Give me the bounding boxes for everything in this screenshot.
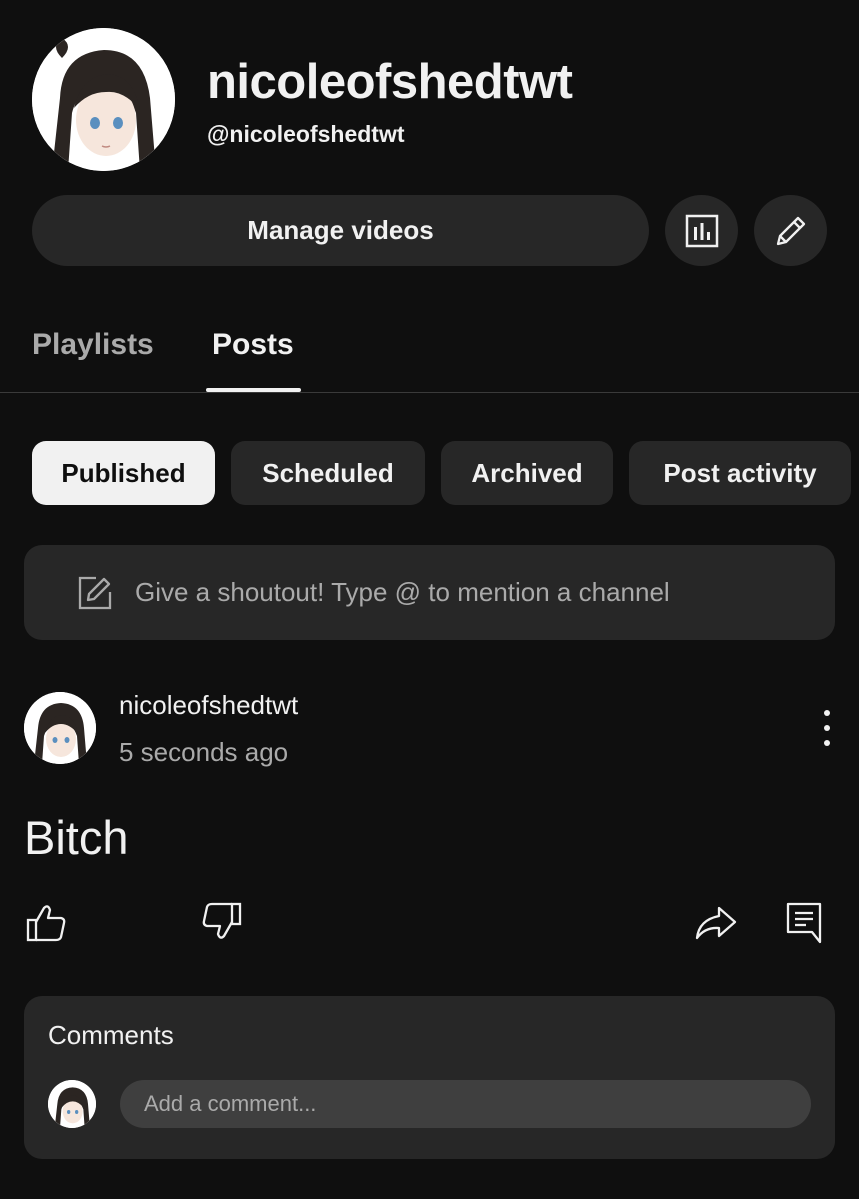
menu-dot xyxy=(824,740,830,746)
chip-published[interactable]: Published xyxy=(32,441,215,505)
chip-scheduled[interactable]: Scheduled xyxy=(231,441,425,505)
tab-playlists[interactable]: Playlists xyxy=(32,328,154,362)
channel-handle: @nicoleofshedtwt xyxy=(207,121,405,147)
shoutout-placeholder: Give a shoutout! Type @ to mention a cha… xyxy=(135,577,670,607)
post-timestamp: 5 seconds ago xyxy=(119,737,289,767)
chip-archived[interactable]: Archived xyxy=(441,441,613,505)
thumbs-down-icon xyxy=(202,902,242,939)
post-author-avatar[interactable] xyxy=(24,692,96,764)
like-button[interactable] xyxy=(24,900,72,948)
comments-section: Comments xyxy=(24,996,835,1159)
analytics-icon xyxy=(685,214,718,247)
comment-button[interactable] xyxy=(782,900,830,948)
add-comment-input[interactable] xyxy=(120,1080,811,1128)
share-icon xyxy=(695,906,737,940)
edit-channel-button[interactable] xyxy=(754,195,827,266)
comment-user-avatar xyxy=(48,1080,96,1128)
channel-avatar[interactable] xyxy=(32,28,175,171)
post-body-text: Bitch xyxy=(24,811,129,864)
more-vert-icon[interactable] xyxy=(812,710,842,746)
chip-post-activity[interactable]: Post activity xyxy=(629,441,851,505)
dislike-button[interactable] xyxy=(200,900,248,948)
tabs-divider xyxy=(0,392,859,393)
shoutout-composer[interactable]: Give a shoutout! Type @ to mention a cha… xyxy=(24,545,835,640)
edit-square-icon xyxy=(78,576,112,610)
share-button[interactable] xyxy=(693,900,741,948)
menu-dot xyxy=(824,725,830,731)
thumbs-up-icon xyxy=(26,905,66,942)
channel-name: nicoleofshedtwt xyxy=(207,55,573,109)
comments-title: Comments xyxy=(48,1020,174,1050)
channel-page: nicoleofshedtwt @nicoleofshedtwt Manage … xyxy=(0,0,859,1199)
post-author-name[interactable]: nicoleofshedtwt xyxy=(119,690,298,721)
analytics-button[interactable] xyxy=(665,195,738,266)
menu-dot xyxy=(824,710,830,716)
comment-icon xyxy=(786,902,822,944)
manage-videos-button[interactable]: Manage videos xyxy=(32,195,649,266)
tab-posts[interactable]: Posts xyxy=(212,328,294,362)
pencil-icon xyxy=(776,216,805,245)
